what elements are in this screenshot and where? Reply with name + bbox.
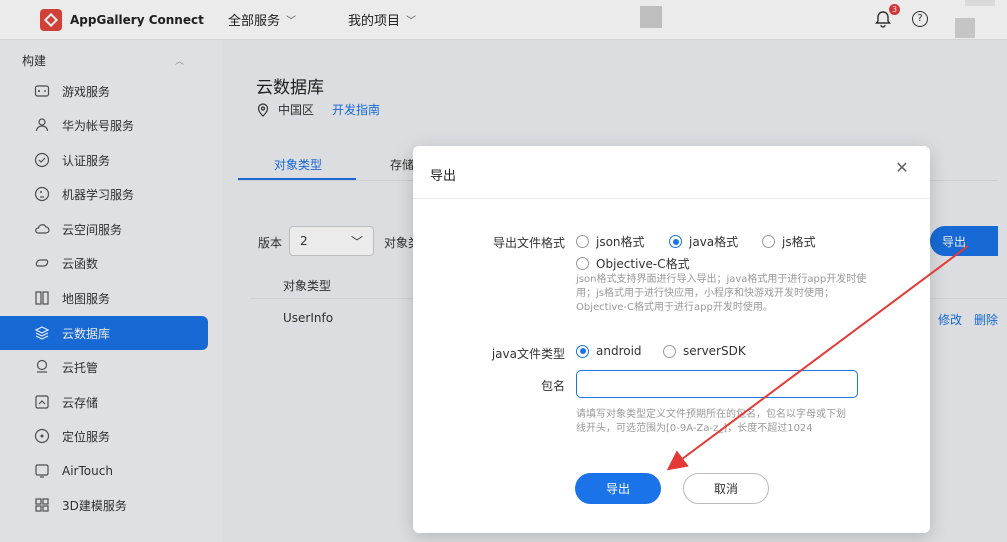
radio-objective-c[interactable]: Objective-C格式 — [576, 255, 690, 272]
radio-label: java格式 — [689, 235, 739, 249]
export-dialog: 导出 ✕ 导出文件格式 json格式 java格式 js格式 Objective… — [413, 146, 930, 533]
radio-java[interactable]: java格式 — [669, 233, 738, 250]
hint-line: Objective-C格式用于进行app开发时使用。 — [576, 302, 773, 313]
dialog-title: 导出 — [430, 169, 457, 184]
export-confirm-button[interactable]: 导出 — [575, 473, 661, 504]
radio-circle — [576, 344, 589, 358]
package-hint: 请填写对象类型定义文件预期所在的包名，包名以字母或下划 线开头，可选范围为[0-… — [576, 408, 846, 436]
radio-label: js格式 — [782, 235, 816, 249]
radio-circle — [669, 235, 682, 248]
radio-circle — [576, 235, 589, 248]
export-format-label: 导出文件格式 — [492, 236, 565, 250]
hint-line: 用；js格式用于进行快应用，小程序和快游戏开发时使用； — [576, 288, 834, 299]
radio-android[interactable]: android — [576, 344, 642, 358]
radio-label: Objective-C格式 — [596, 257, 690, 271]
package-name-input[interactable] — [576, 370, 858, 398]
radio-circle — [663, 344, 676, 358]
radio-label: android — [596, 344, 642, 358]
radio-circle — [576, 257, 589, 270]
hint-line: 线开头，可选范围为[0-9A-Za-z_]，长度不超过1024 — [576, 423, 813, 434]
divider — [413, 198, 930, 199]
radio-label: serverSDK — [683, 344, 746, 358]
radio-serversdk[interactable]: serverSDK — [663, 344, 746, 358]
format-hint: json格式支持界面进行导入导出；java格式用于进行app开发时使 用；js格… — [576, 273, 866, 315]
java-type-label: java文件类型 — [491, 347, 565, 361]
hint-line: json格式支持界面进行导入导出；java格式用于进行app开发时使 — [576, 274, 867, 285]
radio-json[interactable]: json格式 — [576, 233, 645, 250]
radio-label: json格式 — [596, 235, 645, 249]
cancel-button[interactable]: 取消 — [683, 473, 769, 504]
package-name-label: 包名 — [540, 379, 565, 393]
hint-line: 请填写对象类型定义文件预期所在的包名，包名以字母或下划 — [576, 409, 846, 420]
radio-circle — [762, 235, 775, 248]
radio-js[interactable]: js格式 — [762, 233, 816, 250]
close-icon[interactable]: ✕ — [893, 159, 911, 177]
